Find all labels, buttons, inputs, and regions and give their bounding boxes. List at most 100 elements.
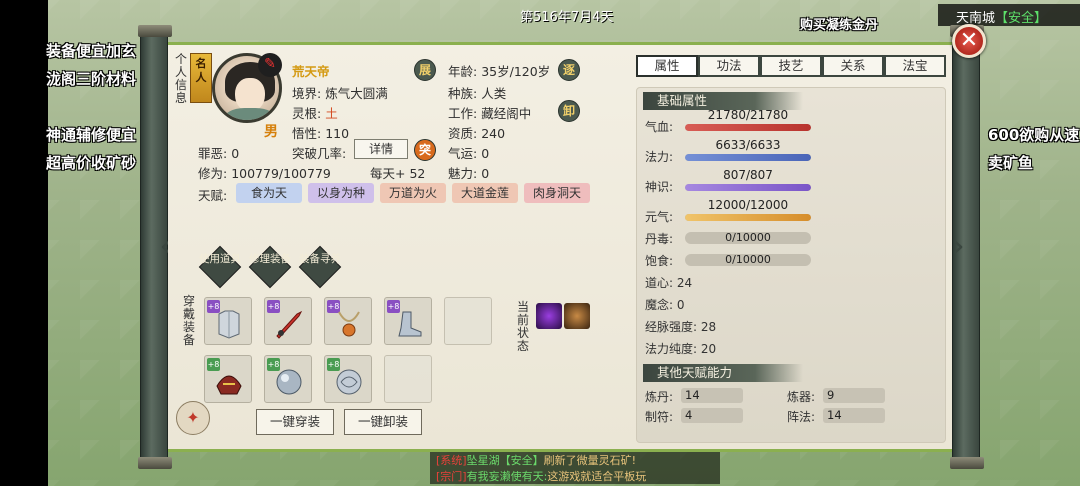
hunger-label: 饱食:: [645, 254, 674, 268]
world-shop-sign: 泷阁三阶材料: [46, 70, 137, 88]
detail-button[interactable]: 详情: [354, 139, 408, 159]
daily-gain: 每天+ 52: [370, 166, 426, 181]
purity-label: 法力纯度:: [645, 342, 698, 356]
hp-label: 气血:: [645, 120, 674, 134]
forge-value: 9: [823, 388, 885, 403]
equip-slot-orb[interactable]: +8: [264, 355, 312, 403]
unload-job-button[interactable]: 卸: [558, 100, 580, 122]
unwear-all-button[interactable]: 一键卸装: [344, 409, 422, 435]
avatar-face: [235, 78, 265, 112]
gender-label: 男: [264, 124, 278, 140]
chat-line[interactable]: [宗门]有我妄濑使有天:这游戏就适合平板玩: [430, 468, 720, 484]
rod-cap: [950, 457, 984, 469]
talent-tag[interactable]: 万道为火: [380, 183, 446, 203]
character-name: 荒天帝: [292, 64, 330, 79]
qiyun-label: 气运:: [448, 146, 478, 161]
equip-slot-talisman[interactable]: +8: [324, 355, 372, 403]
talent-tag[interactable]: 食为天: [236, 183, 302, 203]
equip-slot-boots[interactable]: +8: [384, 297, 432, 345]
talent-tag[interactable]: 肉身洞天: [524, 183, 590, 203]
city-status-badge: 天南城【安全】: [938, 4, 1080, 26]
status-taiji-icon[interactable]: [564, 303, 590, 329]
rod-cap: [138, 457, 172, 469]
meridian-value: 28: [700, 320, 717, 334]
use-item-button[interactable]: 使用道具: [198, 245, 242, 289]
hunger-bar: 0/10000: [685, 254, 811, 266]
use-item-label: 使用道具: [199, 253, 241, 265]
equip-slot-empty[interactable]: [444, 297, 492, 345]
insight-label: 悟性:: [292, 126, 322, 141]
charm-value: 0: [481, 166, 490, 181]
tab-techniques[interactable]: 功法: [698, 55, 760, 77]
hp-bar: [685, 124, 811, 131]
realm-value: 炼气大圆满: [325, 86, 388, 101]
bottom-emblem-icon[interactable]: ✦: [176, 401, 210, 435]
other-talents-header: 其他天赋能力: [643, 364, 803, 382]
alchemy-value: 14: [681, 388, 743, 403]
equip-slot-armor[interactable]: +8: [204, 297, 252, 345]
equipment-vertical-label: 穿戴装备: [182, 294, 195, 347]
world-shop-sign: 卖矿鱼: [988, 154, 1034, 172]
expand-button[interactable]: 展: [414, 59, 436, 81]
armor-icon: [218, 310, 240, 339]
equip-slot-empty[interactable]: [384, 355, 432, 403]
wear-all-button[interactable]: 一键穿装: [256, 409, 334, 435]
daoxin-value: 24: [676, 276, 693, 290]
tab-treasures[interactable]: 法宝: [884, 55, 946, 77]
equip-slot-helmet[interactable]: +8: [204, 355, 252, 403]
helmet-icon: [216, 375, 242, 395]
talent-label: 天赋:: [198, 188, 228, 203]
leave-button[interactable]: 逐: [558, 59, 580, 81]
yuanqi-bar: [685, 214, 811, 221]
world-shop-sign: 装备便宜加玄: [46, 42, 137, 60]
purity-value: 20: [700, 342, 717, 356]
repair-equipment-label: 修理装备: [249, 253, 291, 265]
status-purple-icon[interactable]: [536, 303, 562, 329]
forge-label: 炼器:: [787, 390, 816, 404]
orb-icon: [276, 369, 302, 395]
age-value: 35岁/120岁: [481, 64, 551, 79]
chat-link[interactable]: 有我妄濑使有天:: [467, 470, 548, 483]
rename-brush-icon[interactable]: ✎: [258, 53, 282, 77]
pill-poison-bar: 0/10000: [685, 232, 811, 244]
equip-slot-weapon[interactable]: +8: [264, 297, 312, 345]
cultivation-value: 100779/100779: [231, 166, 331, 181]
breakthrough-button[interactable]: 突: [414, 139, 436, 161]
charm-label: 魅力:: [448, 166, 478, 181]
world-shop-sign: 神通辅修便宜: [46, 126, 137, 144]
age-label: 年龄:: [448, 64, 478, 79]
equipment-nurture-button[interactable]: 装备寻养: [298, 245, 342, 289]
insight-value: 110: [325, 126, 350, 141]
city-name: 天南城: [956, 11, 996, 26]
root-label: 灵根:: [292, 106, 322, 121]
array-value: 14: [823, 408, 885, 423]
equipment-nurture-label: 装备寻养: [299, 253, 341, 265]
demon-value: 0: [676, 298, 685, 312]
breakthrough-label: 突破几率:: [292, 146, 347, 161]
talent-tag[interactable]: 大道金莲: [452, 183, 518, 203]
talisman-label: 制符:: [645, 410, 674, 424]
fame-seal: 名人: [190, 53, 212, 103]
talisman-value: 4: [681, 408, 743, 423]
aptitude-value: 240: [481, 126, 506, 141]
talent-tag[interactable]: 以身为种: [308, 183, 374, 203]
tab-attributes[interactable]: 属性: [636, 55, 698, 77]
city-safety: 【安全】: [995, 11, 1048, 26]
equip-slot-necklace[interactable]: +8: [324, 297, 372, 345]
mp-label: 法力:: [645, 150, 674, 164]
sin-label: 罪恶:: [198, 146, 228, 161]
tab-relations[interactable]: 关系: [822, 55, 884, 77]
attribute-panel: 基础属性 气血: 21780/21780 法力: 6633/6633 神识: 8…: [636, 87, 946, 443]
close-icon[interactable]: ✕: [952, 24, 986, 58]
repair-equipment-button[interactable]: 修理装备: [248, 245, 292, 289]
character-info-scroll: ‹ › 个人信息 名人 ✎ 男 荒天帝 展 境界: 炼气大圆满 灵根: 土 悟性…: [138, 25, 984, 469]
sense-label: 神识:: [645, 180, 674, 194]
daoxin-label: 道心:: [645, 276, 674, 290]
tab-skills[interactable]: 技艺: [760, 55, 822, 77]
sin-value: 0: [231, 146, 240, 161]
yuanqi-label: 元气:: [645, 210, 674, 224]
race-label: 种族:: [448, 86, 478, 101]
root-value: 土: [325, 106, 338, 121]
world-shop-sign: 600欲购从速: [988, 126, 1080, 144]
scroll-paper: 个人信息 名人 ✎ 男 荒天帝 展 境界: 炼气大圆满 灵根: 土 悟性: 11…: [168, 42, 952, 452]
